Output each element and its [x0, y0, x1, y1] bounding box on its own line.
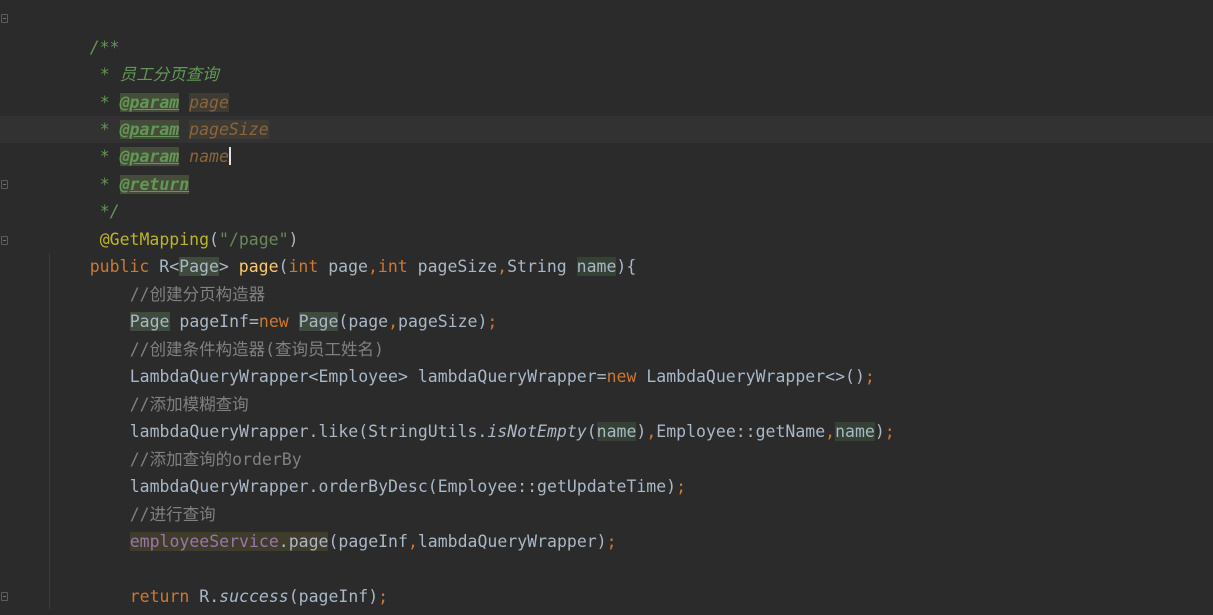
code-token: , [407, 532, 418, 551]
code-token: , [497, 257, 508, 276]
static-method: success [219, 587, 289, 606]
keyword: return [129, 587, 200, 606]
code-line[interactable]: @GetMapping("/page") [60, 199, 299, 249]
field-reference: employeeService [129, 532, 279, 551]
code-token: , [825, 422, 836, 441]
fold-marker-icon[interactable] [1, 592, 8, 601]
code-line[interactable]: //进行查询 [90, 474, 216, 524]
javadoc-return-tag: @return [119, 175, 190, 194]
editor-gutter [0, 0, 12, 615]
code-line[interactable]: * 员工分页查询 [60, 34, 219, 84]
code-token: ) [874, 422, 885, 441]
code-token: pageSize) [398, 312, 488, 331]
code-token: ( [586, 422, 597, 441]
code-line[interactable]: public R<Page> page(int page,int pageSiz… [50, 226, 636, 276]
code-line[interactable]: //创建条件构造器(查询员工姓名) [90, 309, 384, 359]
keyword: int [377, 257, 418, 276]
static-method: isNotEmpty [487, 422, 587, 441]
parameter: pageSize [417, 257, 498, 276]
code-token: , [646, 422, 657, 441]
code-token: ; [884, 422, 895, 441]
code-line[interactable]: //创建分页构造器 [90, 254, 265, 304]
code-editor[interactable]: /** * 员工分页查询 * @param page * @param page… [0, 0, 1213, 615]
code-token: ; [676, 477, 687, 496]
fold-marker-icon[interactable] [1, 180, 8, 189]
code-token: ; [606, 532, 617, 551]
code-line[interactable]: //添加查询的orderBy [90, 419, 302, 469]
code-line[interactable]: /** [50, 7, 120, 57]
code-line-current[interactable]: * @param name [60, 116, 231, 166]
fold-marker-icon[interactable] [1, 236, 8, 245]
code-line[interactable]: //添加模糊查询 [90, 364, 249, 414]
code-line[interactable]: return R.success(pageInf); [90, 556, 388, 606]
keyword: new [606, 367, 647, 386]
code-line[interactable]: Page pageInf=new Page(page,pageSize); [90, 281, 497, 331]
method-call: page [288, 532, 329, 551]
code-token: ; [864, 367, 875, 386]
parameter-highlight: name [596, 422, 637, 441]
type-name: String [507, 257, 577, 276]
code-token: . [278, 532, 289, 551]
method-reference: Employee::getName [656, 422, 826, 441]
parameter: page [328, 257, 368, 276]
code-line[interactable]: lambdaQueryWrapper.like(StringUtils.isNo… [90, 391, 895, 441]
code-token: LambdaQueryWrapper<>() [646, 367, 865, 386]
code-line[interactable]: employeeService.page(pageInf,lambdaQuery… [90, 501, 617, 551]
code-token: (pageInf [328, 532, 408, 551]
code-token: ) [636, 422, 647, 441]
fold-marker-icon[interactable] [1, 14, 8, 23]
parameter-highlight: name [835, 422, 875, 441]
code-token: ( [278, 257, 289, 276]
code-token: (pageInf) [288, 587, 379, 606]
code-token: ){ [616, 257, 637, 276]
javadoc-param-name: name [189, 147, 229, 166]
code-line[interactable]: */ [60, 171, 120, 221]
code-line[interactable]: * @param page [60, 62, 229, 112]
code-line[interactable]: } [60, 584, 110, 611]
code-line[interactable]: * @param pageSize [60, 89, 269, 139]
code-token: R. [199, 587, 220, 606]
code-token: ; [487, 312, 498, 331]
code-token: ; [378, 587, 389, 606]
keyword: int [288, 257, 329, 276]
code-token: lambdaQueryWrapper) [417, 532, 607, 551]
parameter-highlight: name [576, 257, 617, 276]
code-line[interactable]: lambdaQueryWrapper.orderByDesc(Employee:… [90, 446, 686, 496]
code-line[interactable]: LambdaQueryWrapper<Employee> lambdaQuery… [90, 336, 875, 386]
text-caret [228, 147, 231, 165]
code-line[interactable]: * @return [60, 144, 190, 194]
code-token: , [367, 257, 378, 276]
code-token: , [388, 312, 399, 331]
